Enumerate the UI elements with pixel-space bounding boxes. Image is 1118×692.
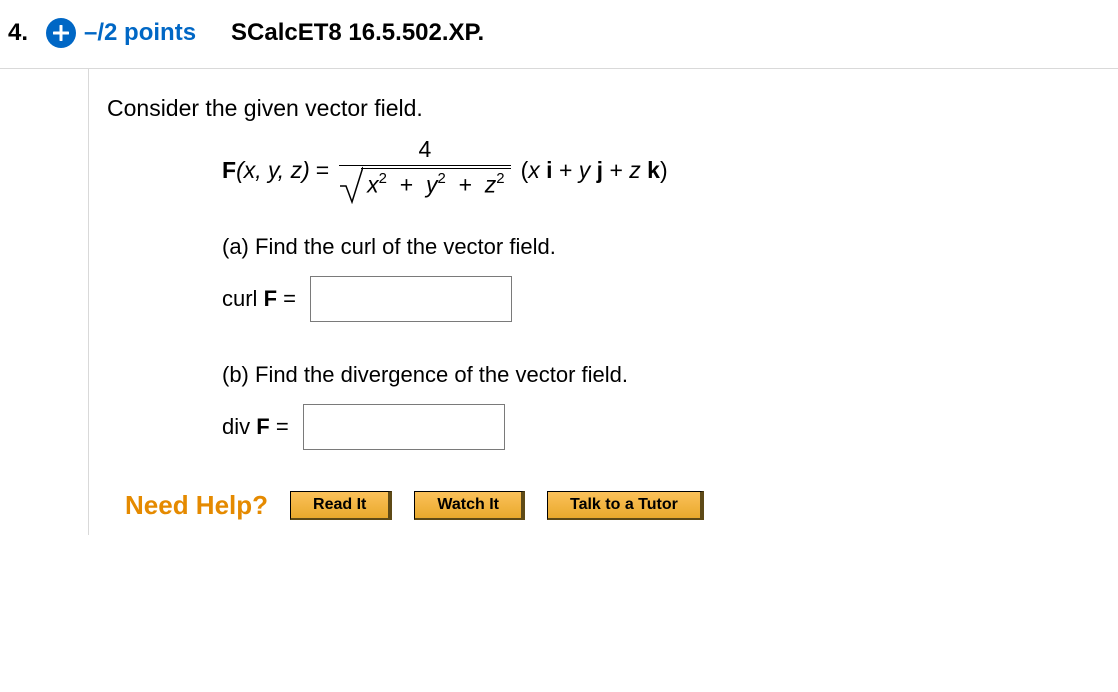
vector-field-equation: F(x, y, z) = 4 x2 + y2 + z2 <box>222 136 1118 204</box>
points-label[interactable]: –/2 points <box>84 19 196 47</box>
expand-icon[interactable] <box>46 18 76 48</box>
div-label: div F = <box>222 414 289 440</box>
need-help-label: Need Help? <box>125 490 268 521</box>
read-it-button[interactable]: Read It <box>290 491 392 520</box>
part-b-text: (b) Find the divergence of the vector fi… <box>222 362 1118 388</box>
question-source: SCalcET8 16.5.502.XP. <box>231 19 484 47</box>
need-help-row: Need Help? Read It Watch It Talk to a Tu… <box>107 490 1118 521</box>
part-b: (b) Find the divergence of the vector fi… <box>222 362 1118 450</box>
div-answer-input[interactable] <box>303 404 505 450</box>
curl-answer-input[interactable] <box>310 276 512 322</box>
watch-it-button[interactable]: Watch It <box>414 491 525 520</box>
question-header: 4. –/2 points SCalcET8 16.5.502.XP. <box>0 0 1118 69</box>
curl-label: curl F = <box>222 286 296 312</box>
question-prompt: Consider the given vector field. <box>107 95 1118 122</box>
talk-to-tutor-button[interactable]: Talk to a Tutor <box>547 491 704 520</box>
part-a-text: (a) Find the curl of the vector field. <box>222 234 1118 260</box>
part-a: (a) Find the curl of the vector field. c… <box>222 234 1118 322</box>
question-number: 4. <box>8 19 28 47</box>
